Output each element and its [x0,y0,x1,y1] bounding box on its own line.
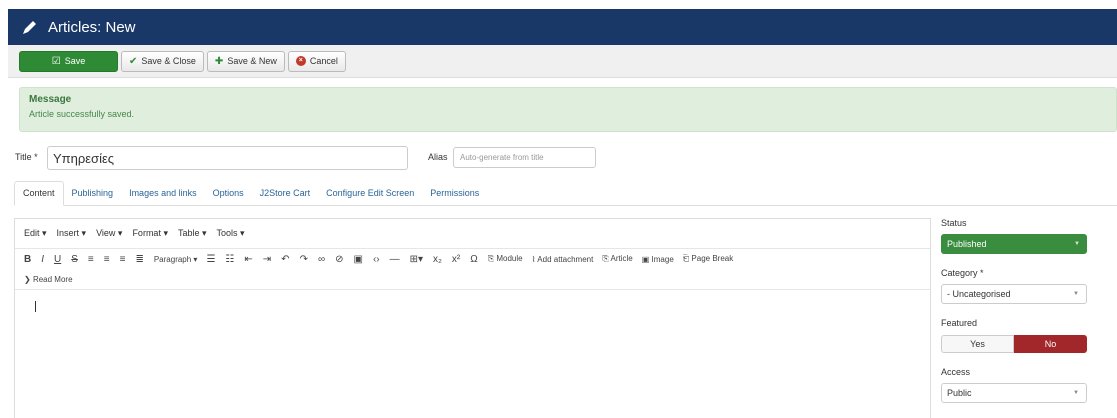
page-title: Articles: New [48,18,136,36]
indent-icon[interactable]: ⇥ [263,254,271,265]
tab-images-links[interactable]: Images and links [121,180,205,205]
editor-content-area[interactable] [15,289,930,417]
featured-toggle: Yes No [941,335,1087,353]
toolbar: ☑ Save ✔ Save & Close ✚ Save & New × Cancel [8,45,1117,78]
tab-configure-edit-screen[interactable]: Configure Edit Screen [318,180,422,205]
edit-icon: ☑ [51,55,61,67]
align-right-icon[interactable]: ≡ [120,254,126,265]
message-heading: Message [29,94,72,105]
success-message: Message Article successfully saved. [19,87,1117,132]
save-close-button[interactable]: ✔ Save & Close [121,50,204,72]
alias-label: Alias [428,152,448,162]
page-break-button[interactable]: ⎗ Page Break [683,254,733,264]
bold-icon[interactable]: B [24,254,31,265]
italic-icon[interactable]: I [41,254,44,265]
chevron-down-icon: ▼ [1073,291,1079,297]
cancel-icon: × [295,56,306,66]
add-attachment-button[interactable]: ⌇ Add attachment [532,255,594,264]
table-icon[interactable]: ⊞▾ [410,254,423,265]
module-button[interactable]: ⎘ Module [488,254,523,264]
category-label: Category * [941,268,984,278]
page-header: Articles: New [8,9,1117,45]
title-input[interactable]: Υπηρεσίες [47,146,408,170]
featured-label: Featured [941,318,978,328]
align-justify-icon[interactable]: ≣ [135,254,143,265]
bullet-list-icon[interactable]: ☰ [206,254,215,265]
category-select[interactable]: - Uncategorised ▼ [941,284,1087,304]
menu-table[interactable]: Table ▾ [178,228,207,239]
tab-j2store-cart[interactable]: J2Store Cart [252,180,319,205]
tab-content[interactable]: Content [14,181,64,206]
status-select[interactable]: Published ▼ [941,234,1087,254]
code-icon[interactable]: ‹› [373,254,380,265]
access-label: Access [941,367,971,377]
tab-bar: Content Publishing Images and links Opti… [14,181,1117,206]
numbered-list-icon[interactable]: ☷ [225,254,234,265]
align-center-icon[interactable]: ≡ [104,254,110,265]
editor-menubar: Edit ▾ Insert ▾ View ▾ Format ▾ Table ▾ … [15,219,930,249]
redo-icon[interactable]: ↷ [300,254,308,265]
featured-yes-button[interactable]: Yes [941,335,1014,353]
menu-view[interactable]: View ▾ [96,228,122,239]
plus-icon: ✚ [214,55,224,67]
featured-no-button[interactable]: No [1014,335,1087,353]
article-sidebar: Status Published ▼ Category * - Uncategor… [941,218,1091,403]
title-label: Title * [15,152,38,162]
article-button[interactable]: ⎘ Article [602,254,632,264]
content-editor: Edit ▾ Insert ▾ View ▾ Format ▾ Table ▾ … [14,218,931,418]
superscript-icon[interactable]: x² [452,254,460,265]
editor-toolbar-row-2: ❯ Read More [15,269,930,289]
image-insert-icon[interactable]: ▣ [353,254,362,265]
editor-toolbar-row-1: B I U S ≡ ≡ ≡ ≣ Paragraph ▾ ☰ ☷ ⇤ ⇥ ↶ ↷ … [15,249,930,269]
check-icon: ✔ [129,55,138,67]
underline-icon[interactable]: U [54,254,61,265]
menu-format[interactable]: Format ▾ [132,228,168,239]
cancel-button[interactable]: × Cancel [287,50,346,72]
align-left-icon[interactable]: ≡ [88,254,94,265]
image-button[interactable]: ▣ Image [642,255,674,264]
read-more-button[interactable]: ❯ Read More [24,275,73,284]
message-text: Article successfully saved. [29,109,135,119]
chevron-down-icon: ▼ [1073,390,1079,396]
special-char-icon[interactable]: Ω [470,254,477,265]
text-caret [35,301,36,312]
tab-permissions[interactable]: Permissions [422,180,487,205]
tab-options[interactable]: Options [205,180,252,205]
paragraph-select[interactable]: Paragraph ▾ [154,255,198,264]
access-select[interactable]: Public ▼ [941,383,1087,403]
link-icon[interactable]: ∞ [318,254,325,265]
tab-publishing[interactable]: Publishing [64,180,122,205]
alias-input[interactable]: Auto-generate from title [453,147,596,168]
outdent-icon[interactable]: ⇤ [244,254,252,265]
menu-edit[interactable]: Edit ▾ [24,228,47,239]
save-new-button[interactable]: ✚ Save & New [206,50,285,72]
subscript-icon[interactable]: x₂ [433,254,442,265]
horizontal-rule-icon[interactable]: — [390,254,400,265]
status-label: Status [941,218,967,228]
menu-insert[interactable]: Insert ▾ [57,228,87,239]
unlink-icon[interactable]: ⊘ [335,254,343,265]
save-button[interactable]: ☑ Save [19,50,118,72]
chevron-down-icon: ▼ [1074,241,1080,247]
undo-icon[interactable]: ↶ [281,254,289,265]
pencil-icon [23,21,36,34]
menu-tools[interactable]: Tools ▾ [217,228,245,239]
strikethrough-icon[interactable]: S [71,254,78,265]
